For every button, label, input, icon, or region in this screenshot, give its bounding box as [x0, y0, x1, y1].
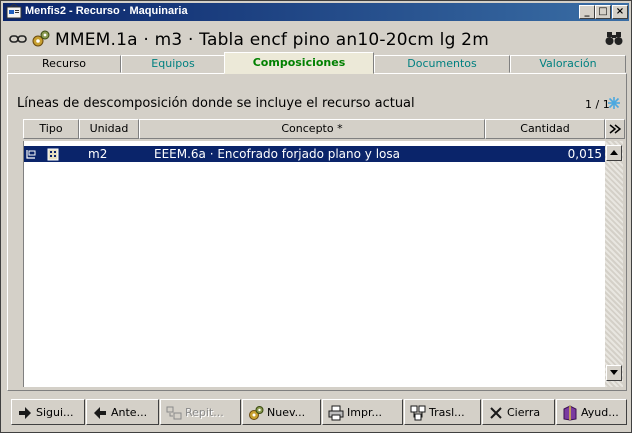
column-chooser-button[interactable]: [605, 119, 625, 139]
close-window-button[interactable]: ×: [612, 5, 628, 19]
minimize-button[interactable]: _: [579, 5, 595, 19]
tree-expand-icon[interactable]: [25, 148, 37, 160]
button-label: Nuev...: [267, 406, 306, 419]
maximize-button[interactable]: □: [595, 5, 611, 19]
gears-icon: [249, 406, 264, 420]
column-header-concepto[interactable]: Concepto *: [139, 119, 485, 139]
gears-icon: [32, 30, 50, 47]
tab-strip: Recurso Equipos Composiciones Documentos…: [7, 52, 627, 74]
table-row[interactable]: m2 EEEM.6a · Encofrado forjado plano y l…: [24, 146, 606, 162]
window-title: Menfis2 - Recurso · Maquinaria: [25, 5, 188, 17]
button-label: Repit...: [185, 406, 224, 419]
button-label: Sigui...: [36, 406, 74, 419]
repeat-icon: [166, 406, 182, 420]
button-label: Ayud...: [581, 406, 619, 419]
transfer-button[interactable]: Trasl...: [404, 399, 481, 425]
column-label: Tipo: [39, 122, 63, 135]
description-text: Líneas de descomposición donde se incluy…: [17, 96, 415, 111]
link-icon[interactable]: [9, 34, 27, 44]
tab-equipos[interactable]: Equipos: [121, 55, 225, 73]
building-icon: [47, 148, 59, 161]
maximize-icon: □: [598, 6, 608, 17]
minimize-icon: _: [584, 6, 590, 17]
previous-button[interactable]: Ante...: [86, 399, 159, 425]
refresh-icon[interactable]: [607, 96, 621, 110]
vertical-scrollbar[interactable]: [605, 141, 623, 387]
arrow-down-icon: [610, 370, 618, 375]
arrow-right-icon: [19, 407, 31, 419]
printer-icon: [328, 405, 344, 421]
print-button[interactable]: Impr...: [322, 399, 403, 425]
tab-valoracion[interactable]: Valoración: [510, 55, 626, 73]
tab-label: Documentos: [407, 57, 477, 70]
page-count: 1 / 1: [585, 98, 610, 111]
column-header-unidad[interactable]: Unidad: [79, 119, 139, 139]
close-button[interactable]: Cierra: [482, 399, 555, 425]
new-button[interactable]: Nuev...: [242, 399, 321, 425]
cell-concepto: EEEM.6a · Encofrado forjado plano y losa: [154, 147, 400, 161]
close-icon: [490, 407, 502, 419]
cell-cantidad: 0,015: [567, 147, 602, 161]
column-label: Cantidad: [520, 122, 570, 135]
scroll-up-button[interactable]: [606, 145, 622, 161]
arrow-left-icon: [94, 407, 106, 419]
close-icon: ×: [615, 6, 625, 17]
resource-header: MMEM.1a · m3 · Tabla encf pino an10-20cm…: [7, 27, 625, 53]
resource-title: MMEM.1a · m3 · Tabla encf pino an10-20cm…: [55, 30, 489, 50]
arrow-up-icon: [610, 150, 618, 155]
tab-label: Equipos: [151, 57, 195, 70]
help-button[interactable]: Ayud...: [556, 399, 627, 425]
transfer-icon: [410, 405, 426, 421]
scroll-down-button[interactable]: [606, 365, 622, 381]
tab-recurso[interactable]: Recurso: [7, 55, 121, 73]
column-header-tipo[interactable]: Tipo: [23, 119, 79, 139]
column-header-cantidad[interactable]: Cantidad: [485, 119, 605, 139]
columns-icon: [609, 124, 622, 134]
help-book-icon: [563, 405, 577, 421]
grid-header: Tipo Unidad Concepto * Cantidad: [23, 119, 627, 139]
tab-label: Recurso: [42, 57, 86, 70]
tab-label: Composiciones: [252, 56, 346, 69]
repeat-button[interactable]: Repit...: [160, 399, 241, 425]
button-label: Ante...: [111, 406, 148, 419]
next-button[interactable]: Sigui...: [11, 399, 85, 425]
tab-composiciones[interactable]: Composiciones: [224, 52, 374, 74]
title-bar[interactable]: Menfis2 - Recurso · Maquinaria _ □ ×: [3, 3, 629, 21]
bottom-toolbar: Sigui... Ante... Repit... Nuev... Impr..…: [11, 399, 627, 427]
column-label: Unidad: [89, 122, 129, 135]
column-label: Concepto *: [281, 122, 343, 135]
tab-documentos[interactable]: Documentos: [374, 55, 510, 73]
dialog-window: Menfis2 - Recurso · Maquinaria _ □ × MME…: [0, 0, 632, 433]
button-label: Impr...: [347, 406, 382, 419]
cell-unidad: m2: [88, 147, 108, 161]
tab-label: Valoración: [539, 57, 597, 70]
app-icon: [6, 4, 22, 19]
binoculars-icon[interactable]: [605, 30, 623, 46]
button-label: Trasl...: [429, 406, 465, 419]
button-label: Cierra: [507, 406, 541, 419]
grid-body: m2 EEEM.6a · Encofrado forjado plano y l…: [23, 141, 606, 387]
